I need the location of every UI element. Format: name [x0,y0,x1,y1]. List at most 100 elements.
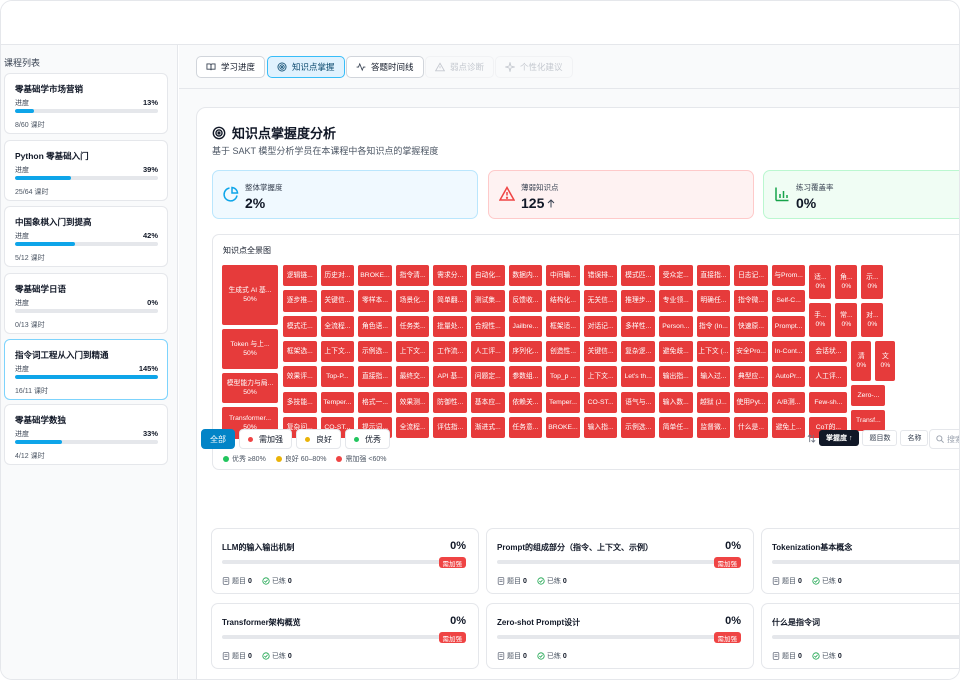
treemap-cell[interactable]: Few-sh... [809,391,848,413]
treemap-cell[interactable]: 合规性... [471,315,505,337]
treemap-cell[interactable]: Temper... [320,391,355,413]
treemap-cell[interactable]: 输出指... [659,366,693,388]
treemap-cell[interactable]: 无关信... [583,290,618,312]
treemap-cell[interactable]: 需求分... [433,265,467,287]
treemap-cell[interactable]: API 基... [433,366,467,388]
treemap-cell-small[interactable]: 示... 0% [861,265,884,299]
treemap-cell[interactable]: AutoPr... [771,366,806,388]
treemap-cell[interactable]: 输入过... [696,366,731,388]
treemap-cell[interactable]: 历史对... [320,265,355,287]
filter-needs-improvement[interactable]: 需加强 [239,429,292,449]
tab-learning-progress[interactable]: 学习进度 [196,56,266,78]
treemap-cell[interactable]: Jailbre... [508,315,543,337]
treemap-cell[interactable]: 防御性... [433,391,467,413]
treemap-cell[interactable]: 格式一... [358,391,392,413]
treemap-cell[interactable]: 逻辑链... [283,265,317,287]
treemap-cell[interactable]: 框架适... [546,315,580,337]
treemap-cell[interactable]: 批量处... [433,315,467,337]
treemap-cell[interactable]: 人工评... [471,340,505,363]
treemap-cell[interactable]: 指令清... [395,265,430,287]
filter-good[interactable]: 良好 [296,429,341,449]
treemap-cell[interactable]: 简单翻... [433,290,467,312]
knowledge-card[interactable]: Transformer架构概览 0% 需加强 题目 0 已练 0 [211,603,479,669]
treemap-cell[interactable]: A/B测... [771,391,806,413]
treemap-cell[interactable]: 评估指... [433,416,467,439]
treemap-cell[interactable]: 示例选... [358,340,392,363]
treemap-cell[interactable]: 效果测... [395,391,430,413]
treemap-cell[interactable]: 推理步... [621,290,655,312]
treemap-cell-small[interactable]: 手... 0% [809,303,832,337]
treemap-cell[interactable]: 零样本... [358,290,392,312]
treemap-cell[interactable]: 问题定... [471,366,505,388]
treemap-cell[interactable]: 简单任... [659,416,693,439]
treemap-cell[interactable]: 上下文... [320,340,355,363]
course-card[interactable]: 零基础学数独 进度 33% 4/12 课时 [4,404,168,465]
sort-by-name[interactable]: 名称 [900,430,929,446]
filter-all[interactable]: 全部 [201,429,235,449]
treemap-cell[interactable]: 日志记... [734,265,768,287]
treemap-cell[interactable]: BROKE... [546,416,580,439]
treemap-cell-small[interactable]: 适... 0% [809,265,832,299]
treemap-cell[interactable]: 错误排... [583,265,618,287]
treemap-cell[interactable]: 角色语... [358,315,392,337]
treemap-cell-small[interactable]: 对... 0% [861,303,884,337]
treemap-cell-small[interactable]: 角... 0% [835,265,858,299]
treemap-cell[interactable]: 任务意... [508,416,543,439]
treemap-cell[interactable]: 语气与... [621,391,655,413]
sort-by-question-count[interactable]: 题目数 [862,430,898,446]
treemap-cell[interactable]: In-Cont... [771,340,806,363]
treemap-cell[interactable]: 多样性... [621,315,655,337]
treemap-cell[interactable]: 效果评... [283,366,317,388]
tab-answer-timeline[interactable]: 答题时间线 [346,56,424,78]
treemap-cell[interactable]: 明确任... [696,290,731,312]
treemap-cell[interactable]: 场景化... [395,290,430,312]
treemap-cell[interactable]: 工作流... [433,340,467,363]
treemap-cell[interactable]: 复杂逻... [621,340,655,363]
tab-knowledge-mastery[interactable]: 知识点掌握 [267,56,345,78]
treemap-cell[interactable]: Let's th... [621,366,655,388]
treemap-cell[interactable]: 任务类... [395,315,430,337]
sort-by-mastery[interactable]: 掌握度 ↑ [819,430,860,446]
treemap-cell[interactable]: Temper... [546,391,580,413]
treemap-cell[interactable]: Person... [659,315,693,337]
treemap-cell[interactable]: 示例选... [621,416,655,439]
treemap-cell-small[interactable]: 文 0% [875,341,896,381]
treemap-cell[interactable]: 测试集... [471,290,505,312]
treemap-cell[interactable]: 参数组... [508,366,543,388]
treemap-cell[interactable]: 与Prom... [771,265,806,287]
treemap-cell-small[interactable]: 常... 0% [835,303,858,337]
treemap-cell[interactable]: 序列化... [508,340,543,363]
treemap-cell-large[interactable]: Token 与上... 50% [222,329,278,369]
treemap-cell[interactable]: 专业领... [659,290,693,312]
treemap-cell-large[interactable]: 模型能力与局... 50% [222,373,278,403]
treemap-cell[interactable]: 自动化... [471,265,505,287]
treemap-cell[interactable]: 什么是... [734,416,768,439]
treemap-cell[interactable]: 对话记... [583,315,618,337]
treemap-cell[interactable]: 模式匹... [621,265,655,287]
course-card[interactable]: 零基础学市场营销 进度 13% 8/60 课时 [4,73,168,134]
treemap-cell[interactable]: 使用Pyt... [734,391,768,413]
treemap-cell[interactable]: 人工评... [809,366,848,388]
treemap-cell[interactable]: 反馈收... [508,290,543,312]
treemap-cell[interactable]: 创造性... [546,340,580,363]
knowledge-card[interactable]: Zero-shot Prompt设计 0% 需加强 题目 0 已练 0 [486,603,754,669]
tab-weakness-diagnosis[interactable]: 弱点诊断 [425,56,495,78]
treemap-cell[interactable]: Prompt... [771,315,806,337]
treemap-cell[interactable]: BROKE... [358,265,392,287]
treemap-cell[interactable]: 全流程... [395,416,430,439]
search-input[interactable]: 搜索 [929,429,959,449]
treemap-cell[interactable]: 输入指... [583,416,618,439]
treemap-cell[interactable]: Zero-... [851,385,886,406]
treemap-cell[interactable]: 中间输... [546,265,580,287]
treemap-cell[interactable]: 依赖关... [508,391,543,413]
treemap-cell[interactable]: 上下文... [395,340,430,363]
treemap-cell[interactable]: Top_p ... [546,366,580,388]
treemap-cell[interactable]: 典型应... [734,366,768,388]
treemap-cell[interactable]: 上下文 (... [696,340,731,363]
course-card[interactable]: Python 零基础入门 进度 39% 25/64 课时 [4,140,168,201]
course-card[interactable]: 中国象棋入门到提高 进度 42% 5/12 课时 [4,206,168,267]
filter-excellent[interactable]: 优秀 [345,429,390,449]
treemap-cell[interactable]: 渐进式... [471,416,505,439]
treemap-cell[interactable]: 框架选... [283,340,317,363]
treemap-cell[interactable]: Self-C... [771,290,806,312]
